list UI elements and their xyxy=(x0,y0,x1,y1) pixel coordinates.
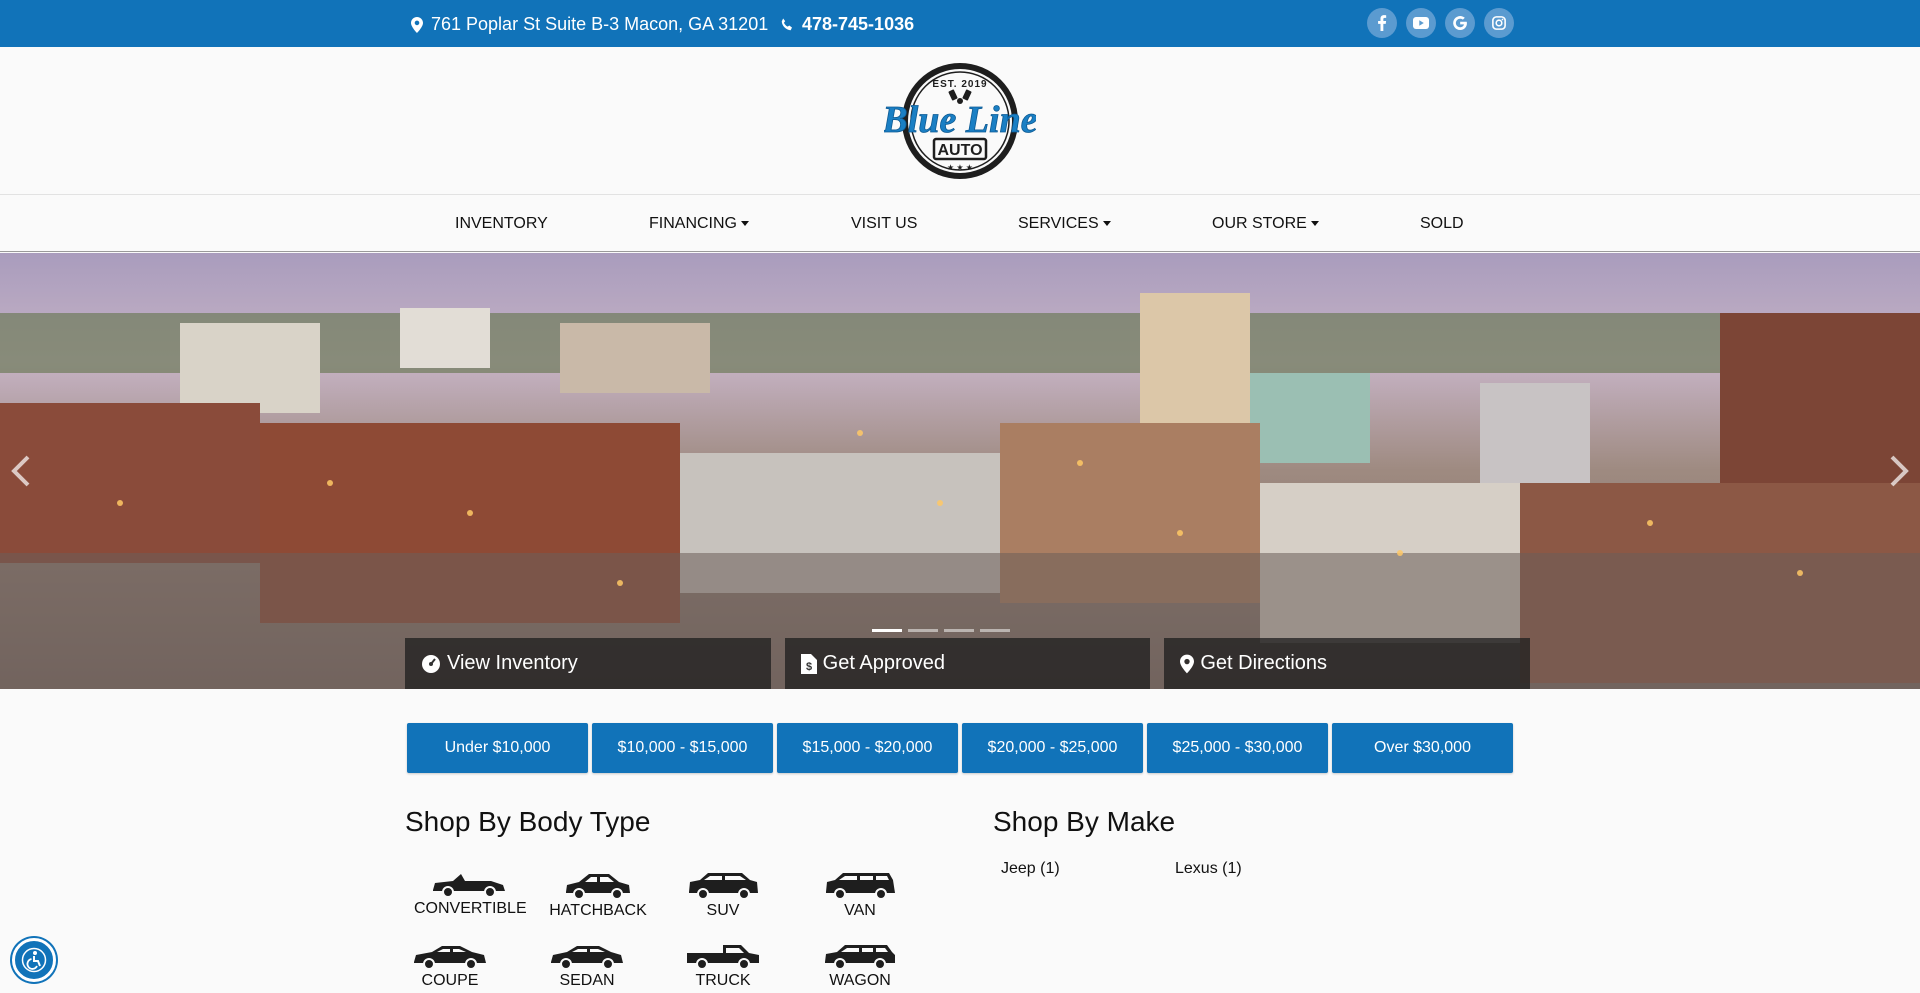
price-under-10000-button[interactable]: Under $10,000 xyxy=(407,723,588,773)
nav-inventory[interactable]: INVENTORY xyxy=(455,215,548,233)
hatchback-car-icon xyxy=(566,874,630,900)
instagram-icon xyxy=(1492,16,1506,30)
nav-financing-label: FINANCING xyxy=(649,215,737,232)
get-directions-label: Get Directions xyxy=(1200,652,1328,674)
nav-our-store-label: OUR STORE xyxy=(1212,215,1307,232)
get-directions-button[interactable]: Get Directions xyxy=(1164,638,1531,689)
instagram-button[interactable] xyxy=(1484,8,1514,38)
carousel-dot[interactable] xyxy=(980,629,1010,632)
get-approved-button[interactable]: $ Get Approved xyxy=(784,638,1151,689)
body-type-label: SEDAN xyxy=(559,972,615,989)
map-pin-icon xyxy=(1180,654,1195,673)
body-type-truck[interactable]: TRUCK xyxy=(668,942,778,990)
make-lexus-link[interactable]: Lexus (1) xyxy=(1175,860,1242,878)
svg-text:★ ★ ★: ★ ★ ★ xyxy=(947,163,973,172)
phone-link[interactable]: 478-745-1036 xyxy=(780,14,914,35)
nav-visit-us-label: VISIT US xyxy=(851,215,918,232)
map-pin-icon xyxy=(411,16,423,33)
social-links xyxy=(1367,8,1514,38)
caret-down-icon xyxy=(1102,221,1111,227)
suv-car-icon xyxy=(689,873,758,900)
youtube-button[interactable] xyxy=(1406,8,1436,38)
get-approved-label: Get Approved xyxy=(822,652,945,674)
body-type-sedan[interactable]: SEDAN xyxy=(531,942,643,990)
hero-cta-bar: View Inventory $ Get Approved Get Direct… xyxy=(405,638,1531,689)
nav-sold[interactable]: SOLD xyxy=(1420,215,1464,233)
hero-city-image xyxy=(0,253,1920,689)
address-link[interactable]: 761 Poplar St Suite B-3 Macon, GA 31201 xyxy=(411,14,768,35)
accessibility-button[interactable] xyxy=(12,938,56,982)
truck-icon xyxy=(687,945,759,970)
view-inventory-button[interactable]: View Inventory xyxy=(405,638,771,689)
svg-text:$: $ xyxy=(806,661,812,673)
speedometer-icon xyxy=(422,654,440,673)
sedan-car-icon xyxy=(551,946,623,970)
caret-down-icon xyxy=(741,221,749,227)
facebook-icon xyxy=(1378,15,1387,31)
body-type-label: SUV xyxy=(706,902,740,919)
price-over-30000-button[interactable]: Over $30,000 xyxy=(1332,723,1513,773)
body-type-label: WAGON xyxy=(829,972,891,989)
carousel-dot[interactable] xyxy=(944,629,974,632)
body-type-van[interactable]: VAN xyxy=(805,870,915,920)
carousel-next-arrow[interactable] xyxy=(1884,451,1914,491)
price-20000-25000-button[interactable]: $20,000 - $25,000 xyxy=(962,723,1143,773)
coupe-car-icon xyxy=(414,946,486,970)
top-bar: 761 Poplar St Suite B-3 Macon, GA 31201 … xyxy=(0,0,1920,47)
google-button[interactable] xyxy=(1445,8,1475,38)
dollar-document-icon: $ xyxy=(800,653,817,674)
facebook-button[interactable] xyxy=(1367,8,1397,38)
van-icon xyxy=(826,873,895,900)
site-logo[interactable]: EST. 2019 Blue Line AUTO ★ ★ ★ xyxy=(884,60,1036,182)
google-icon xyxy=(1453,16,1467,30)
body-type-label: VAN xyxy=(844,902,876,919)
carousel-prev-arrow[interactable] xyxy=(6,451,36,491)
carousel-dot[interactable] xyxy=(908,629,938,632)
accessibility-icon xyxy=(21,947,47,973)
nav-services[interactable]: SERVICES xyxy=(1018,215,1111,233)
nav-sold-label: SOLD xyxy=(1420,215,1464,232)
nav-visit-us[interactable]: VISIT US xyxy=(851,215,917,233)
hero-carousel: View Inventory $ Get Approved Get Direct… xyxy=(0,253,1920,689)
header-logo-area: EST. 2019 Blue Line AUTO ★ ★ ★ xyxy=(0,47,1920,195)
body-type-suv[interactable]: SUV xyxy=(668,870,778,920)
make-heading: Shop By Make xyxy=(993,806,1176,837)
body-type-label: CONVERTIBLE xyxy=(414,900,527,917)
carousel-dot[interactable] xyxy=(872,629,902,632)
price-range-buttons: Under $10,000 $10,000 - $15,000 $15,000 … xyxy=(407,723,1513,773)
wagon-car-icon xyxy=(825,945,895,970)
body-type-coupe[interactable]: COUPE xyxy=(394,942,506,990)
body-type-label: HATCHBACK xyxy=(549,902,647,919)
logo-sub-text: AUTO xyxy=(937,142,982,159)
youtube-icon xyxy=(1413,17,1429,29)
price-10000-15000-button[interactable]: $10,000 - $15,000 xyxy=(592,723,773,773)
nav-financing[interactable]: FINANCING xyxy=(649,215,749,233)
body-type-convertible[interactable]: CONVERTIBLE xyxy=(414,870,527,918)
logo-name-text: Blue Line xyxy=(884,99,1036,141)
convertible-car-icon xyxy=(433,874,505,898)
nav-services-label: SERVICES xyxy=(1018,215,1099,232)
price-15000-20000-button[interactable]: $15,000 - $20,000 xyxy=(777,723,958,773)
caret-down-icon xyxy=(1310,221,1319,227)
phone-text: 478-745-1036 xyxy=(802,14,915,34)
address-text: 761 Poplar St Suite B-3 Macon, GA 31201 xyxy=(431,14,769,34)
main-nav: INVENTORY FINANCING VISIT US SERVICES OU… xyxy=(0,196,1920,252)
body-type-hatchback[interactable]: HATCHBACK xyxy=(543,870,653,920)
phone-icon xyxy=(781,17,792,30)
nav-our-store[interactable]: OUR STORE xyxy=(1212,215,1319,233)
make-jeep-link[interactable]: Jeep (1) xyxy=(1001,860,1060,878)
carousel-indicators xyxy=(872,629,1010,632)
nav-inventory-label: INVENTORY xyxy=(455,215,548,232)
body-type-label: COUPE xyxy=(421,972,479,989)
body-type-heading: Shop By Body Type xyxy=(405,806,651,837)
price-25000-30000-button[interactable]: $25,000 - $30,000 xyxy=(1147,723,1328,773)
body-type-wagon[interactable]: WAGON xyxy=(805,942,915,990)
body-type-label: TRUCK xyxy=(695,972,751,989)
logo-est-text: EST. 2019 xyxy=(932,79,987,90)
view-inventory-label: View Inventory xyxy=(447,652,578,674)
